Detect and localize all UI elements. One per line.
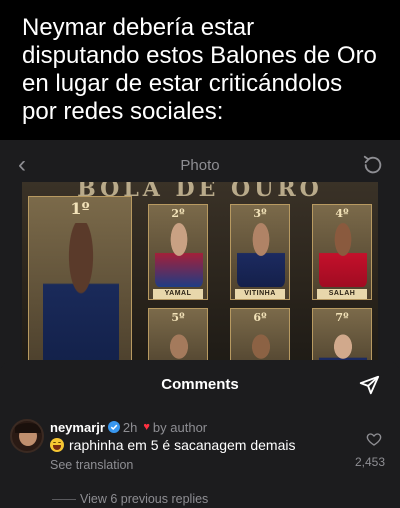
rank-label: 3º (253, 207, 267, 220)
heart-icon: ♥ (143, 421, 150, 433)
instagram-screenshot: ‹ Photo BOLA DE OURO 1º 2º YAMAL 3º VITI… (0, 140, 400, 508)
comment-time: 2h (122, 419, 138, 435)
player-photo (155, 221, 203, 287)
player-name: VITINHA (235, 289, 285, 299)
comment-username[interactable]: neymarjr (50, 420, 105, 435)
meme-caption: Neymar debería estar disputando estos Ba… (0, 0, 400, 140)
player-name: YAMAL (153, 289, 203, 299)
like-count: 2,453 (354, 455, 386, 469)
rank-label: 5º (171, 311, 185, 324)
caption-text: Neymar debería estar disputando estos Ba… (22, 14, 377, 125)
poster-card-4: 4º SALAH (312, 204, 372, 300)
photo-title: Photo (180, 156, 220, 174)
chevron-left-icon[interactable]: ‹ (10, 152, 34, 178)
player-photo (319, 221, 367, 287)
comment-header: neymarjr 2h ♥ by author (50, 419, 207, 435)
rank-label: 4º (335, 207, 349, 220)
view-replies-link[interactable]: View 6 previous replies (52, 492, 208, 506)
comments-sheet: Comments neymarjr 2h ♥ by author raphinh… (0, 360, 400, 508)
rotate-icon[interactable] (362, 154, 384, 176)
see-translation-link[interactable]: See translation (50, 458, 133, 472)
comments-title: Comments (161, 376, 239, 393)
comment-text: raphinha em 5 é sacanagem demais (69, 437, 296, 453)
replies-divider (52, 498, 76, 500)
poster-card-1: 1º (28, 196, 132, 372)
poster-card-2: 2º YAMAL (148, 204, 208, 300)
rank-label: 1º (70, 199, 90, 218)
player-photo (43, 223, 119, 372)
player-photo (237, 221, 285, 287)
photo-header: ‹ Photo (0, 140, 400, 190)
rank-label: 2º (171, 207, 185, 220)
heart-outline-icon[interactable] (366, 431, 382, 447)
send-icon[interactable] (358, 374, 380, 396)
view-replies-label: View 6 previous replies (80, 492, 209, 506)
ballon-dor-poster-image: BOLA DE OURO 1º 2º YAMAL 3º VITINHA 4º S… (22, 182, 378, 372)
rank-label: 7º (335, 311, 349, 324)
laughing-emoji-icon (50, 438, 64, 452)
comment-text-row: raphinha em 5 é sacanagem demais (50, 437, 295, 453)
avatar[interactable] (10, 419, 44, 453)
verified-badge-icon (107, 421, 120, 433)
player-name: SALAH (317, 289, 367, 299)
liked-by-author: by author (152, 419, 208, 435)
rank-label: 6º (253, 311, 267, 324)
poster-card-3: 3º VITINHA (230, 204, 290, 300)
